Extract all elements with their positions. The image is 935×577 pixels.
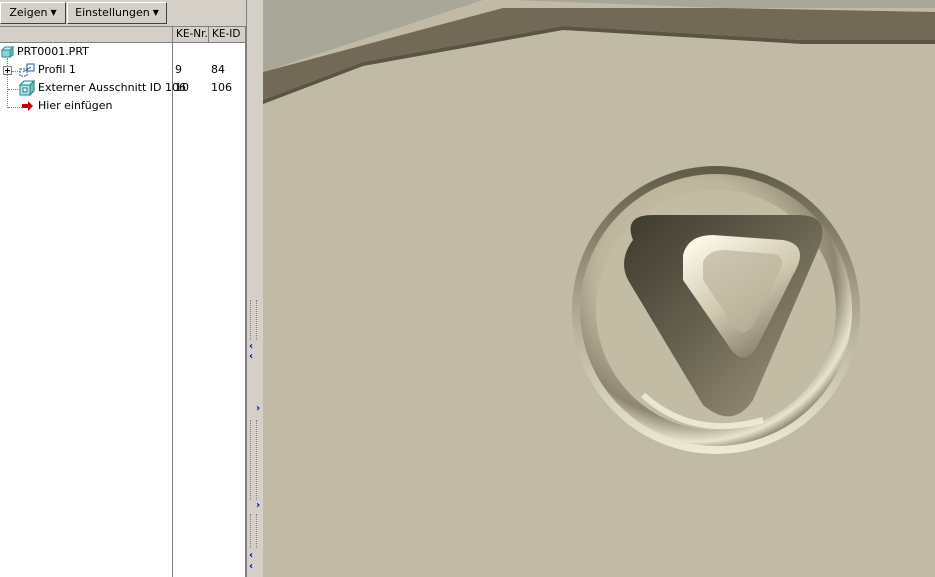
column-header-feature-id[interactable]: KE-ID xyxy=(208,27,246,42)
settings-menu-button[interactable]: Einstellungen ▼ xyxy=(67,2,167,24)
model-tree-pane: Zeigen ▼ Einstellungen ▼ KE-Nr. KE-ID PRT0… xyxy=(0,0,246,577)
feature-no-cell: 10 xyxy=(175,81,189,94)
dropdown-arrow-icon: ▼ xyxy=(152,8,159,17)
expand-right-arrow-icon[interactable]: › xyxy=(256,501,260,511)
dropdown-arrow-icon: ▼ xyxy=(50,8,57,17)
model-tree-toolbar: Zeigen ▼ Einstellungen ▼ xyxy=(0,0,246,27)
splitter-grip xyxy=(250,300,257,340)
collapse-left-arrow-icon[interactable]: ‹ xyxy=(249,551,253,561)
insert-here-arrow-icon xyxy=(22,101,33,111)
cut-feature-icon xyxy=(19,80,36,96)
sketch-profile-icon xyxy=(19,63,35,77)
tree-root-row[interactable]: PRT0001.PRT xyxy=(0,43,246,61)
feature-id-cell: 84 xyxy=(211,63,225,76)
expand-plus-icon[interactable] xyxy=(3,66,12,75)
column-header-row: KE-Nr. KE-ID xyxy=(0,27,246,43)
3d-graphics-viewport[interactable] xyxy=(263,0,935,577)
tree-item-profile[interactable]: Profil 1 9 84 xyxy=(0,61,246,79)
pane-splitter[interactable]: ‹ ‹ › › ‹ ‹ xyxy=(246,0,263,577)
tree-item-label: Externer Ausschnitt ID 106 xyxy=(38,81,186,94)
splitter-grip xyxy=(250,420,257,500)
column-header-feature-no[interactable]: KE-Nr. xyxy=(172,27,208,42)
collapse-left-arrow-icon[interactable]: ‹ xyxy=(249,562,253,572)
part-icon xyxy=(1,46,14,58)
feature-no-cell: 9 xyxy=(175,63,182,76)
splitter-grip xyxy=(250,514,257,548)
model-rendering xyxy=(263,0,935,577)
tree-item-label: Hier einfügen xyxy=(38,99,113,112)
show-menu-label: Zeigen xyxy=(9,6,48,19)
expand-right-arrow-icon[interactable]: › xyxy=(256,404,260,414)
tree-item-label: Profil 1 xyxy=(38,63,76,76)
feature-id-cell: 106 xyxy=(211,81,232,94)
show-menu-button[interactable]: Zeigen ▼ xyxy=(0,2,66,24)
settings-menu-label: Einstellungen xyxy=(75,6,150,19)
tree-item-external-cut[interactable]: Externer Ausschnitt ID 106 10 106 xyxy=(0,79,246,97)
tree-item-insert-here[interactable]: Hier einfügen xyxy=(0,97,246,115)
tree-root-label: PRT0001.PRT xyxy=(17,45,89,58)
collapse-left-arrow-icon[interactable]: ‹ xyxy=(249,352,253,362)
